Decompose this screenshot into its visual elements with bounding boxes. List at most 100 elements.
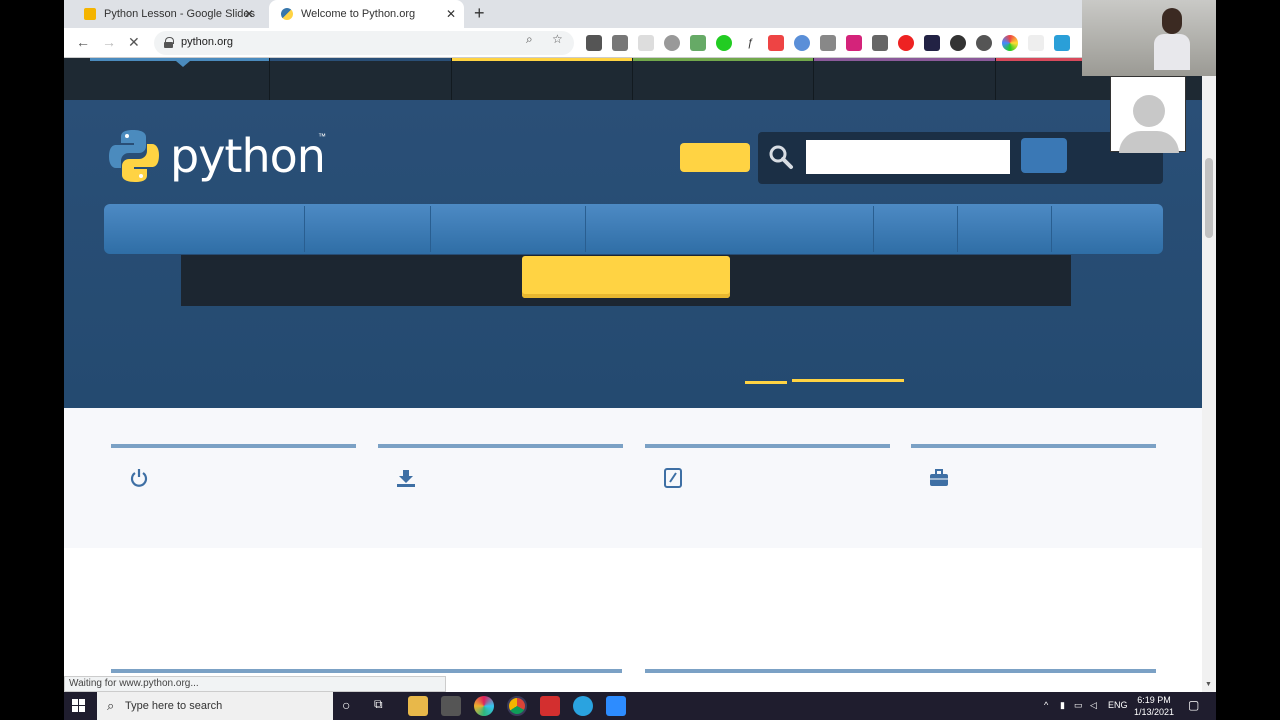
launch-shell-bar — [181, 255, 1071, 306]
cortana-icon[interactable]: ○ — [342, 697, 350, 713]
launch-button[interactable] — [522, 256, 730, 298]
tab-welcome-python[interactable]: Welcome to Python.org ✕ — [269, 0, 464, 28]
meta-nav-item[interactable] — [270, 58, 452, 100]
extension-icon[interactable] — [898, 35, 914, 51]
python-favicon-icon — [281, 8, 293, 20]
docs-notebook-icon — [664, 468, 682, 488]
extension-icon[interactable] — [976, 35, 992, 51]
page-scrollbar[interactable]: ▼ — [1202, 58, 1216, 692]
scrollbar-thumb[interactable] — [1205, 158, 1213, 238]
logo-wordmark: python — [170, 129, 326, 183]
extension-icon[interactable] — [846, 35, 862, 51]
card-get-started — [111, 444, 356, 544]
browser-status-bar: Waiting for www.python.org... — [64, 676, 446, 692]
clock-date: 1/13/2021 — [1134, 707, 1175, 717]
meta-nav-item[interactable] — [814, 58, 996, 100]
notifications-icon[interactable]: ▢ — [1188, 698, 1199, 712]
extensions-bar: ƒ — [586, 35, 1070, 51]
tray-chevron-icon[interactable]: ^ — [1044, 700, 1048, 710]
search-icon: ⌕ — [107, 698, 115, 713]
extension-icon[interactable] — [794, 35, 810, 51]
network-icon[interactable]: ▭ — [1074, 700, 1083, 711]
site-header: python ™ — [64, 100, 1202, 408]
taskbar-search-placeholder: Type here to search — [125, 700, 223, 712]
close-tab-icon[interactable]: ✕ — [244, 7, 254, 21]
slack-icon[interactable] — [474, 696, 494, 716]
close-tab-icon[interactable]: ✕ — [446, 7, 456, 21]
bookmark-star-icon[interactable]: ☆ — [552, 32, 563, 46]
card-docs — [645, 444, 890, 544]
extension-icon[interactable] — [690, 35, 706, 51]
browser-tabstrip: Python Lesson - Google Slides ✕ Welcome … — [64, 0, 1082, 28]
extension-icon[interactable] — [950, 35, 966, 51]
taskbar-search-box[interactable]: ⌕ Type here to search — [97, 692, 333, 720]
extension-icon[interactable] — [664, 35, 680, 51]
webcam-video-presenter — [1082, 0, 1216, 76]
scroll-down-arrow-icon[interactable]: ▼ — [1205, 681, 1212, 688]
formula-extension-icon[interactable]: ƒ — [742, 35, 758, 51]
chrome-icon[interactable] — [507, 696, 527, 716]
meta-nav-item[interactable] — [452, 58, 633, 100]
search-go-button[interactable] — [1021, 138, 1067, 173]
zoom-icon[interactable]: ⌕ — [526, 32, 533, 47]
section-rule — [645, 669, 1156, 673]
extension-icon[interactable] — [716, 35, 732, 51]
windows-taskbar: ⌕ Type here to search ○ ⧉ ^ ▮ ▭ ◁ ENG 6:… — [64, 692, 1216, 720]
python-snake-icon — [109, 130, 159, 182]
extension-icon[interactable] — [1002, 35, 1018, 51]
active-caret-icon — [176, 61, 190, 67]
task-view-icon[interactable]: ⧉ — [374, 697, 383, 712]
extension-icon[interactable] — [924, 35, 940, 51]
back-arrow-icon[interactable]: ← — [76, 34, 90, 50]
address-bar[interactable]: python.org — [154, 31, 574, 55]
search-form — [758, 132, 1163, 184]
search-icon — [769, 145, 793, 169]
extension-icon[interactable] — [612, 35, 628, 51]
letterbox-right — [1216, 0, 1280, 720]
acrobat-icon[interactable] — [540, 696, 560, 716]
letterbox-left — [0, 0, 64, 720]
store-icon[interactable] — [441, 696, 461, 716]
webpage: python ™ — [64, 58, 1202, 692]
meta-nav-item[interactable] — [633, 58, 814, 100]
telegram-icon[interactable] — [573, 696, 593, 716]
trademark-mark: ™ — [318, 132, 326, 141]
extension-icon[interactable] — [1054, 35, 1070, 51]
main-navigation — [104, 204, 1163, 254]
briefcase-icon — [930, 469, 948, 486]
search-input[interactable] — [806, 140, 1010, 174]
language-indicator[interactable]: ENG — [1108, 700, 1128, 710]
windows-start-icon[interactable] — [72, 699, 86, 713]
forward-arrow-icon[interactable]: → — [102, 34, 116, 50]
extension-icon[interactable] — [872, 35, 888, 51]
file-explorer-icon[interactable] — [408, 696, 428, 716]
presenter-figure — [1154, 8, 1190, 70]
download-icon — [397, 470, 415, 487]
donate-button[interactable] — [680, 143, 750, 172]
browser-toolbar: ← → ✕ python.org ⌕ ☆ ƒ — [64, 28, 1082, 58]
python-logo[interactable]: python ™ — [108, 126, 326, 186]
extension-icon[interactable] — [586, 35, 602, 51]
tab-python-lesson[interactable]: Python Lesson - Google Slides ✕ — [72, 0, 262, 28]
feature-cards — [64, 408, 1202, 548]
card-download — [378, 444, 623, 544]
zoom-icon[interactable] — [606, 696, 626, 716]
tab-title: Welcome to Python.org — [301, 8, 416, 20]
volume-icon[interactable]: ◁ — [1090, 700, 1097, 711]
section-rule — [111, 669, 622, 673]
new-tab-button[interactable]: + — [474, 3, 485, 24]
url-text: python.org — [181, 36, 233, 48]
slider-indicator-active[interactable] — [792, 379, 904, 382]
avatar-icon — [1133, 95, 1165, 127]
taskbar-clock[interactable]: 6:19 PM 1/13/2021 — [1134, 694, 1174, 718]
extension-icon[interactable] — [638, 35, 654, 51]
microphone-icon[interactable]: ▮ — [1060, 700, 1065, 711]
extension-icon[interactable] — [1028, 35, 1044, 51]
tab-title: Python Lesson - Google Slides — [104, 8, 256, 20]
slider-indicator[interactable] — [745, 381, 787, 384]
stop-loading-icon[interactable]: ✕ — [128, 34, 140, 51]
clock-time: 6:19 PM — [1137, 695, 1171, 705]
google-slides-icon — [84, 8, 96, 20]
camera-icon[interactable] — [820, 35, 836, 51]
extension-icon[interactable] — [768, 35, 784, 51]
